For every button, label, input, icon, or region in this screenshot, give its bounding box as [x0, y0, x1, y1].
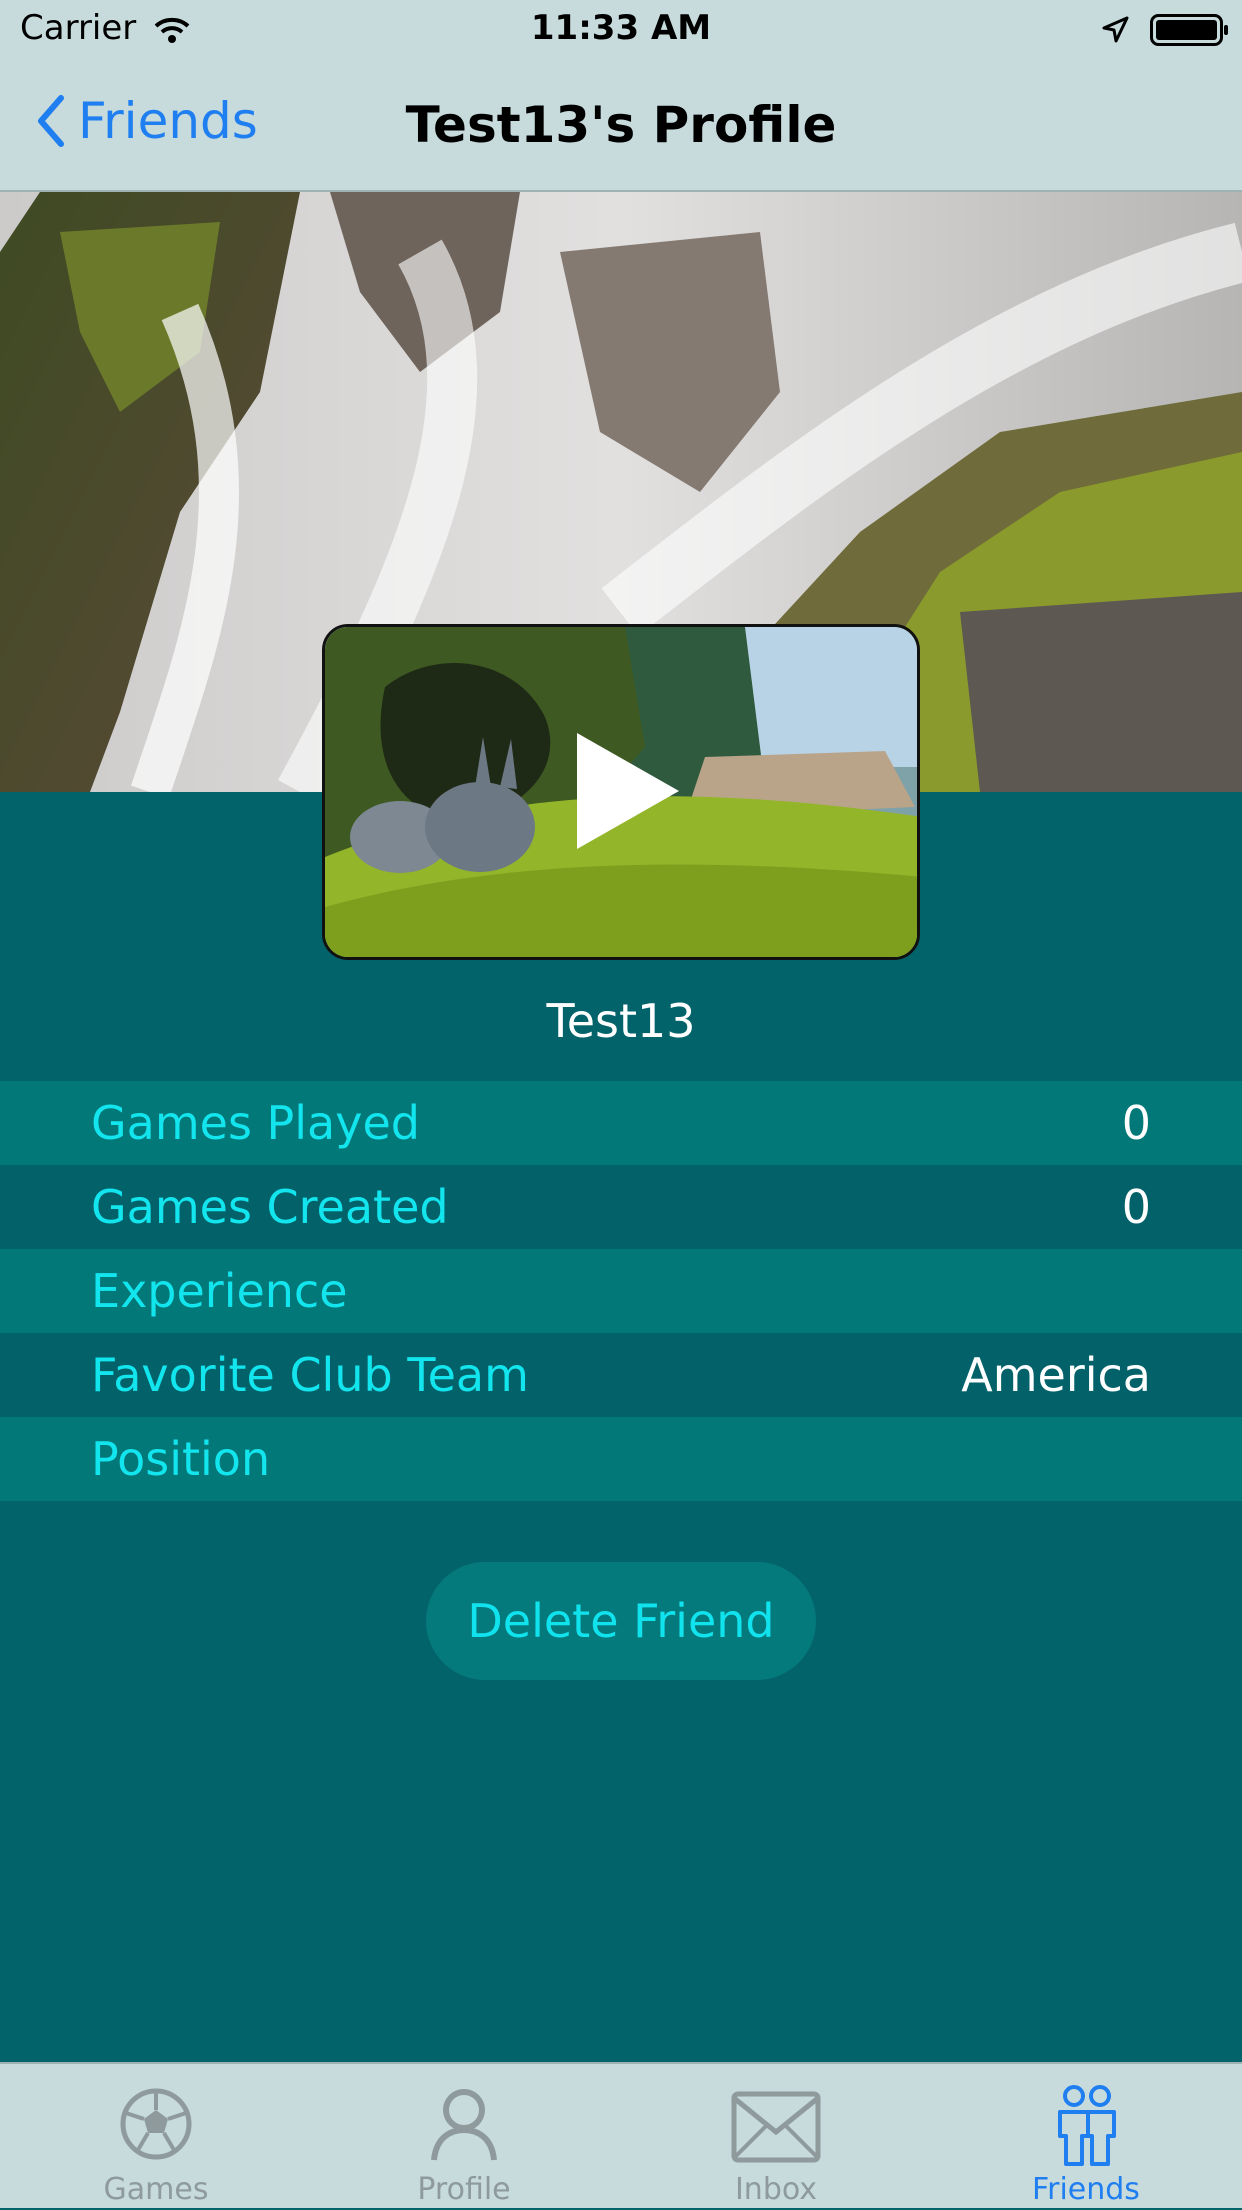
friends-icon [1058, 2085, 1116, 2166]
stat-value: 0 [1121, 1180, 1151, 1234]
stat-label: Position [91, 1432, 271, 1486]
location-arrow-icon [1100, 14, 1130, 54]
play-icon [577, 733, 679, 849]
soccer-ball-icon [120, 2088, 192, 2160]
envelope-icon [731, 2091, 821, 2163]
stat-row-favorite-club-team: Favorite Club Team America [0, 1333, 1242, 1417]
tab-friends-label: Friends [1032, 2172, 1140, 2207]
stat-label: Experience [91, 1264, 348, 1318]
profile-video[interactable] [322, 624, 920, 960]
status-time: 11:33 AM [530, 8, 712, 48]
person-icon [431, 2089, 497, 2161]
stat-row-games-created: Games Created 0 [0, 1165, 1242, 1249]
stat-value: 0 [1121, 1096, 1151, 1150]
tab-inbox[interactable]: Inbox [666, 2080, 886, 2210]
page-title: Test13's Profile [405, 96, 837, 154]
navigation-bar: Friends Test13's Profile [0, 62, 1242, 192]
tab-profile[interactable]: Profile [354, 2080, 574, 2210]
status-bar: Carrier 11:33 AM [0, 0, 1242, 62]
stat-row-experience: Experience [0, 1249, 1242, 1333]
tab-bar: Games Profile Inbox Friends [0, 2062, 1242, 2208]
tab-games-label: Games [103, 2172, 209, 2207]
stat-label: Games Created [91, 1180, 449, 1234]
stat-row-games-played: Games Played 0 [0, 1081, 1242, 1165]
tab-inbox-label: Inbox [734, 2172, 818, 2207]
battery-icon [1150, 14, 1230, 55]
stat-row-position: Position [0, 1417, 1242, 1501]
stat-value: America [961, 1348, 1151, 1402]
delete-friend-button[interactable]: Delete Friend [426, 1562, 816, 1680]
stat-label: Favorite Club Team [91, 1348, 529, 1402]
tab-profile-label: Profile [417, 2172, 511, 2207]
tab-games[interactable]: Games [46, 2080, 266, 2210]
tab-friends[interactable]: Friends [976, 2080, 1196, 2210]
stat-label: Games Played [91, 1096, 420, 1150]
profile-username: Test13 [546, 994, 696, 1048]
